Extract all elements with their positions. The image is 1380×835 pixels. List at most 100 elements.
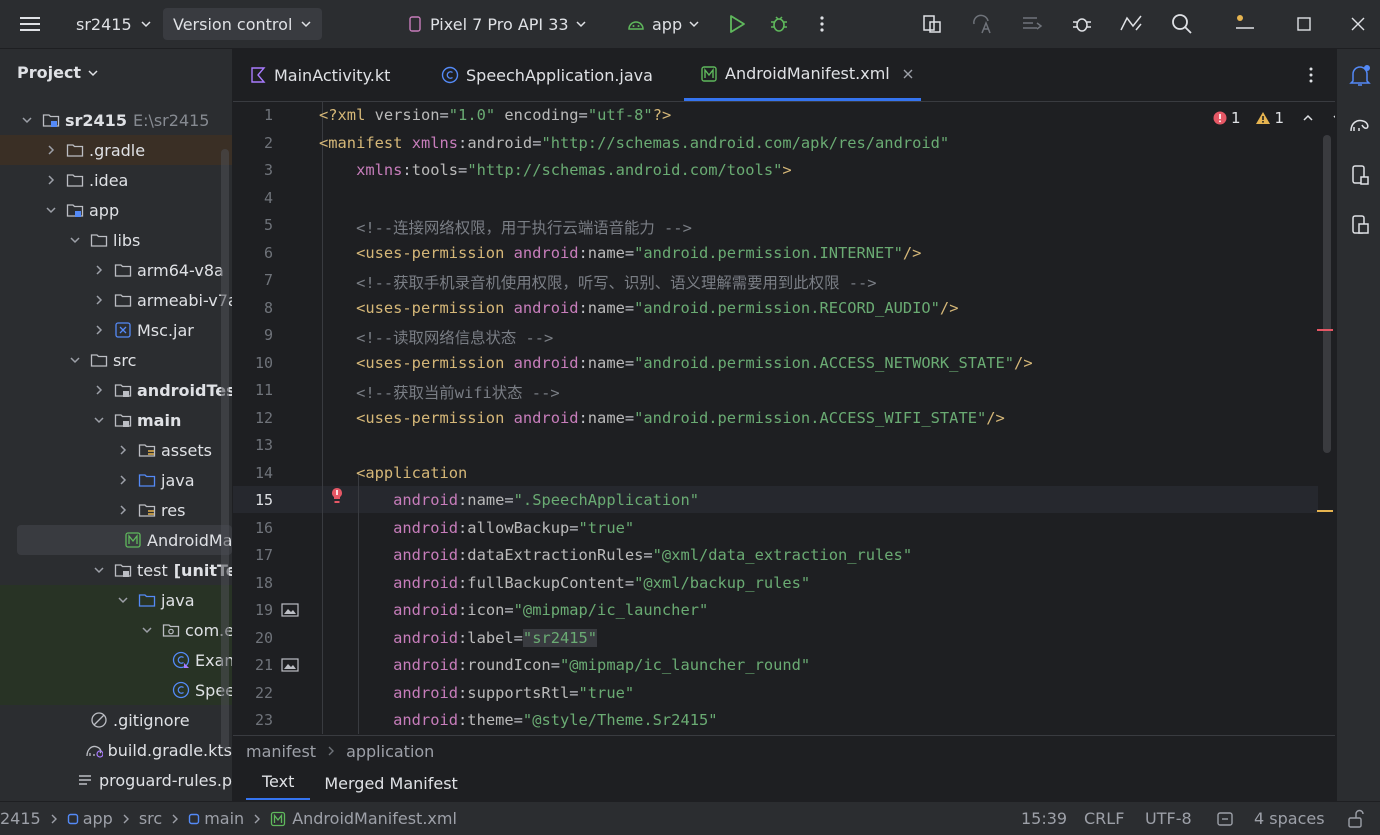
tree-node[interactable]: armeabi-v7a (0, 285, 232, 315)
code-line[interactable]: <!--获取手机录音机使用权限，听写、识别、语义理解需要用到此权限 --> (319, 271, 876, 293)
code-line[interactable]: android:icon="@mipmap/ic_launcher" (319, 601, 708, 619)
search-button[interactable] (1170, 8, 1194, 40)
chevron-right-icon[interactable] (116, 473, 130, 487)
apply-changes-button[interactable] (920, 8, 944, 40)
chevron-right-icon[interactable] (116, 503, 130, 517)
running-devices-icon[interactable] (1348, 213, 1372, 237)
notifications-icon[interactable] (1348, 63, 1372, 89)
tree-node[interactable]: test[unitTest] (0, 555, 232, 585)
sidebar-scrollbar[interactable] (221, 149, 229, 749)
chevron-down-icon[interactable] (92, 563, 106, 577)
chevron-right-icon[interactable] (92, 293, 106, 307)
more-actions-button[interactable] (812, 8, 832, 40)
attach-debugger-button[interactable] (1070, 8, 1094, 40)
device-manager-button[interactable] (1118, 8, 1144, 40)
code-line[interactable]: <!--读取网络信息状态 --> (319, 326, 553, 348)
version-control-menu[interactable]: Version control (163, 8, 323, 40)
tab-main-activity[interactable]: MainActivity.kt (249, 49, 390, 101)
code-line[interactable]: android:name=".SpeechApplication" (319, 491, 699, 509)
line-separator[interactable]: CRLF (1084, 809, 1124, 828)
tree-node[interactable]: ExampleUnitTest (0, 645, 232, 675)
tree-node[interactable]: arm64-v8a (0, 255, 232, 285)
chevron-down-icon[interactable] (68, 353, 82, 367)
warning-stripe-marker[interactable] (1317, 510, 1333, 512)
tree-node[interactable]: assets (0, 435, 232, 465)
close-tab-icon[interactable] (902, 68, 914, 80)
code-line[interactable]: android:theme="@style/Theme.Sr2415" (319, 711, 717, 729)
tree-node[interactable]: Msc.jar (0, 315, 232, 345)
tree-node[interactable]: .idea (0, 165, 232, 195)
tree-node[interactable]: proguard-rules.pro (0, 765, 232, 795)
code-line[interactable]: android:fullBackupContent="@xml/backup_r… (319, 574, 810, 592)
chevron-down-icon[interactable] (92, 413, 106, 427)
run-config-selector[interactable]: app (626, 8, 700, 40)
breadcrumb-item[interactable]: manifest (246, 742, 316, 761)
chevron-down-icon[interactable] (20, 113, 34, 127)
code-line[interactable]: android:supportsRtl="true" (319, 684, 634, 702)
inspection-widget[interactable]: 1 1 (1213, 109, 1335, 127)
code-line[interactable]: <?xml version="1.0" encoding="utf-8"?> (319, 106, 671, 124)
chevron-right-icon[interactable] (44, 143, 58, 157)
chevron-down-icon[interactable] (68, 233, 82, 247)
chevron-right-icon[interactable] (92, 323, 106, 337)
code-line[interactable]: <!--获取当前wifi状态 --> (319, 381, 560, 403)
sync-project-button[interactable] (1020, 8, 1044, 40)
tree-node[interactable]: build.gradle.kts (0, 735, 232, 765)
tab-android-manifest[interactable]: AndroidManifest.xml (684, 49, 921, 101)
run-button[interactable] (726, 8, 748, 40)
code-line[interactable]: android:allowBackup="true" (319, 519, 634, 537)
tree-node[interactable]: androidTest (0, 375, 232, 405)
status-path-item[interactable]: src (139, 809, 162, 828)
account-button[interactable] (1232, 8, 1256, 40)
tree-node[interactable]: SpeechApplication (0, 675, 232, 705)
tab-speech-application[interactable]: SpeechApplication.java (441, 49, 653, 101)
breadcrumb-item[interactable]: application (346, 742, 434, 761)
code-line[interactable]: android:label="sr2415" (319, 628, 598, 647)
chevron-down-icon[interactable] (44, 203, 58, 217)
status-path-item[interactable]: main (204, 809, 244, 828)
project-switcher[interactable]: sr2415 (76, 8, 152, 40)
tree-node[interactable]: res (0, 495, 232, 525)
code-editor[interactable]: 1 2 3 4 5 6 7 8 9 10 11 12 13 14 15 16 17 18 19 20 21 22 23 <?… (233, 102, 1335, 734)
code-line[interactable]: <manifest xmlns:android="http://schemas.… (319, 134, 949, 152)
code-line[interactable]: <!--连接网络权限，用于执行云端语音能力 --> (319, 216, 692, 238)
editor-scrollbar[interactable] (1323, 135, 1331, 453)
error-stripe-marker[interactable] (1317, 329, 1333, 331)
tree-node[interactable]: .gitignore (0, 705, 232, 735)
project-view-selector[interactable]: Project (17, 63, 99, 82)
tree-node[interactable]: java (0, 465, 232, 495)
main-menu-button[interactable] (18, 8, 42, 40)
code-line[interactable]: <uses-permission android:name="android.p… (319, 244, 921, 262)
tree-node[interactable]: .gradle (0, 135, 232, 165)
indent-setting[interactable]: 4 spaces (1254, 809, 1325, 828)
file-encoding[interactable]: UTF-8 (1145, 809, 1192, 828)
code-line[interactable]: <application (319, 464, 467, 482)
tree-node[interactable]: sr2415 E:\sr2415 (0, 105, 232, 135)
chevron-down-icon[interactable] (1332, 112, 1335, 124)
tab-text[interactable]: Text (246, 766, 311, 800)
code-line[interactable]: xmlns:tools="http://schemas.android.com/… (319, 161, 792, 179)
image-preview-icon[interactable] (281, 657, 299, 673)
image-preview-icon[interactable] (281, 602, 299, 618)
chevron-right-icon[interactable] (116, 443, 130, 457)
gradle-icon[interactable] (1348, 113, 1372, 137)
code-line[interactable]: android:roundIcon="@mipmap/ic_launcher_r… (319, 656, 810, 674)
maximize-window-button[interactable] (1296, 8, 1312, 40)
close-window-button[interactable] (1350, 8, 1366, 40)
chevron-right-icon[interactable] (92, 383, 106, 397)
tree-node[interactable]: com.example (0, 615, 232, 645)
chevron-right-icon[interactable] (92, 263, 106, 277)
code-line[interactable]: <uses-permission android:name="android.p… (319, 354, 1033, 372)
tabs-more-button[interactable] (1301, 49, 1321, 101)
tree-node[interactable]: java (0, 585, 232, 615)
status-path-item[interactable]: 2415 (0, 809, 41, 828)
tree-node[interactable]: app (0, 195, 232, 225)
apply-changes-restart-button[interactable] (970, 8, 994, 40)
tab-merged-manifest[interactable]: Merged Manifest (324, 774, 457, 793)
device-manager-icon[interactable] (1348, 163, 1372, 187)
tree-node[interactable]: libs (0, 225, 232, 255)
debug-button[interactable] (768, 8, 790, 40)
caret-position[interactable]: 15:39 (1021, 809, 1067, 828)
device-selector[interactable]: Pixel 7 Pro API 33 (406, 8, 587, 40)
chevron-right-icon[interactable] (44, 173, 58, 187)
